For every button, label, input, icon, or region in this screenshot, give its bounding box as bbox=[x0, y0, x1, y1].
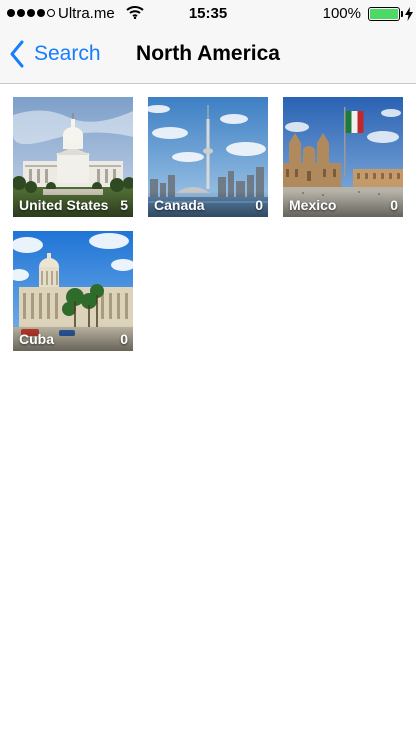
country-tile-united-states[interactable]: United States 5 bbox=[13, 97, 133, 217]
photo-count: 0 bbox=[390, 197, 398, 213]
navigation-bar: Search North America bbox=[0, 28, 416, 84]
country-tile-canada[interactable]: Canada 0 bbox=[148, 97, 268, 217]
battery-percentage: 100% bbox=[322, 5, 361, 22]
country-name: United States bbox=[19, 197, 109, 213]
photo-count: 5 bbox=[120, 197, 128, 213]
charging-bolt-icon bbox=[405, 7, 413, 21]
photo-count: 0 bbox=[255, 197, 263, 213]
battery-icon bbox=[368, 7, 400, 21]
page-title: North America bbox=[136, 42, 280, 65]
status-bar: Ultra.me 15:35 100% bbox=[0, 0, 416, 28]
country-name: Canada bbox=[154, 197, 205, 213]
battery-cap bbox=[401, 11, 403, 17]
country-name: Mexico bbox=[289, 197, 337, 213]
country-tile-cuba[interactable]: Cuba 0 bbox=[13, 231, 133, 351]
photo-count: 0 bbox=[120, 331, 128, 347]
country-tile-mexico[interactable]: Mexico 0 bbox=[283, 97, 403, 217]
country-name: Cuba bbox=[19, 331, 54, 347]
